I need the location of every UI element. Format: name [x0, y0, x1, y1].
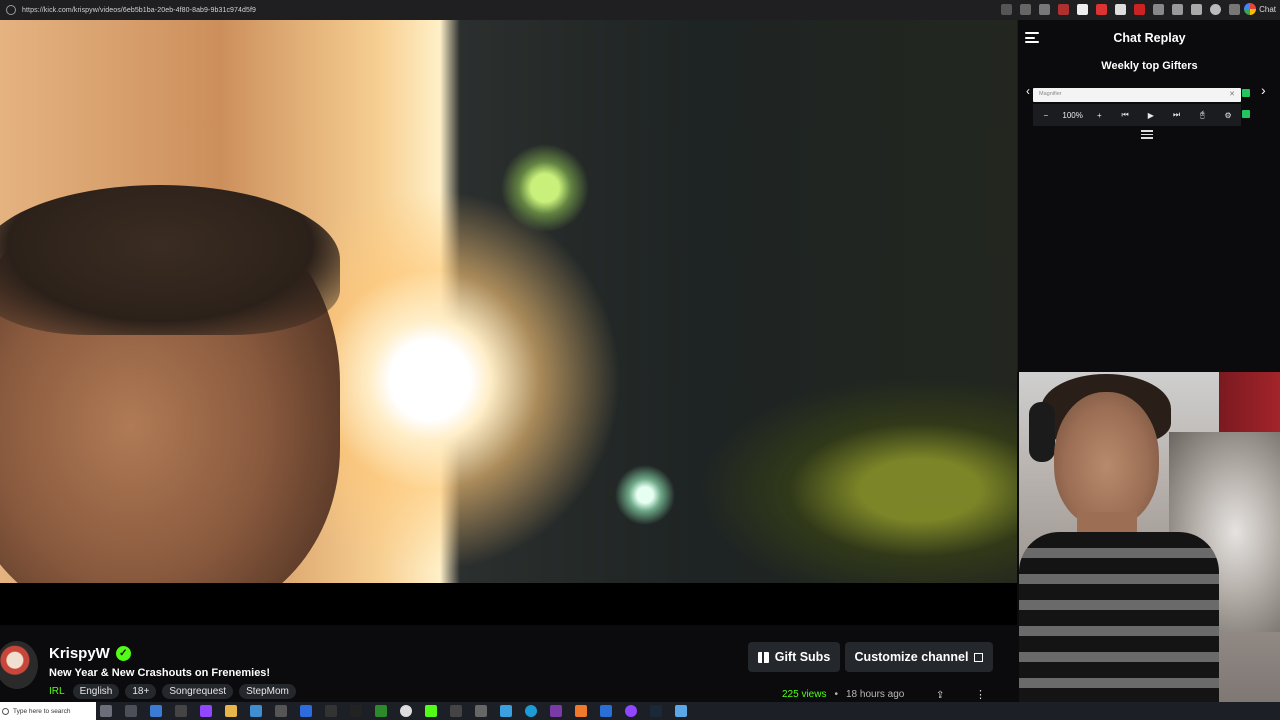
browser-toolbar: https://kick.com/krispyw/videos/6eb5b1ba… [0, 0, 1280, 20]
category-link[interactable]: IRL [49, 686, 65, 697]
site-info-icon[interactable] [6, 5, 16, 15]
drag-handle-icon[interactable] [1141, 130, 1153, 139]
favorites-icon[interactable] [1191, 4, 1202, 15]
app-icon[interactable] [550, 705, 562, 717]
extension-icon[interactable] [1096, 4, 1107, 15]
zoom-out-button[interactable]: − [1033, 111, 1059, 120]
app-icon[interactable] [450, 705, 462, 717]
app-icon[interactable] [125, 705, 137, 717]
time-ago: 18 hours ago [845, 689, 905, 700]
customize-channel-button[interactable]: Customize channel [845, 642, 993, 672]
video-frame-hair [0, 185, 340, 335]
steam-icon[interactable] [650, 705, 662, 717]
headset [1029, 402, 1055, 462]
app-icon[interactable] [250, 705, 262, 717]
extensions-bar [1001, 4, 1240, 15]
app-icon[interactable] [400, 705, 412, 717]
gifters-prev-icon[interactable]: ‹ [1026, 84, 1030, 98]
chat-title: Chat Replay [1113, 31, 1186, 45]
edge-icon[interactable] [525, 705, 537, 717]
app-icon[interactable] [350, 705, 362, 717]
app-icon[interactable] [600, 705, 612, 717]
app-icon[interactable] [625, 705, 637, 717]
external-link-icon [974, 652, 984, 662]
extension-icon[interactable] [1115, 4, 1126, 15]
close-icon[interactable]: ✕ [1229, 90, 1235, 98]
webcam-overlay [1019, 372, 1280, 720]
indicator-icon [1242, 89, 1250, 97]
top-gifters-title: Weekly top Gifters [1101, 60, 1198, 72]
share-icon[interactable]: ⇪ [936, 690, 944, 701]
video-player[interactable] [0, 20, 1017, 583]
search-placeholder: Type here to search [13, 707, 71, 715]
folder-icon[interactable] [225, 705, 237, 717]
tag-stepmom[interactable]: StepMom [239, 684, 296, 699]
app-icon[interactable] [575, 705, 587, 717]
magnifier-title: Magnifier [1039, 91, 1062, 97]
windows-taskbar: Type here to search [0, 702, 1280, 720]
channel-name-row: KrispyW ✓ [49, 645, 131, 662]
chat-extension-button[interactable]: Chat [1244, 3, 1276, 15]
app-icon[interactable] [175, 705, 187, 717]
app-icon[interactable] [325, 705, 337, 717]
extension-icon[interactable] [1134, 4, 1145, 15]
tag-english[interactable]: English [72, 684, 120, 699]
customize-channel-label: Customize channel [854, 650, 969, 664]
taskbar-search[interactable]: Type here to search [0, 702, 96, 720]
gear-icon[interactable]: ⚙ [1215, 111, 1241, 120]
app-icon[interactable] [475, 705, 487, 717]
screen: https://kick.com/krispyw/videos/6eb5b1ba… [0, 0, 1280, 720]
extension-icon[interactable] [1058, 4, 1069, 15]
zoom-icon[interactable] [1001, 4, 1012, 15]
app-icon[interactable] [200, 705, 212, 717]
play-icon[interactable]: ▶ [1138, 111, 1164, 120]
verified-badge-icon: ✓ [115, 646, 131, 661]
app-icon[interactable] [375, 705, 387, 717]
chat-extension-label: Chat [1259, 4, 1276, 14]
extension-icon[interactable] [1153, 4, 1164, 15]
profile-icon[interactable] [1210, 4, 1221, 15]
magnifier-window: Magnifier ✕ [1033, 88, 1241, 102]
app-icon[interactable] [150, 705, 162, 717]
gift-subs-label: Gift Subs [774, 650, 831, 664]
indicator-icon [1242, 110, 1250, 118]
next-icon[interactable]: ⏭ [1164, 110, 1190, 120]
extension-icon[interactable] [1077, 4, 1088, 15]
extension-icon[interactable] [1172, 4, 1183, 15]
favorite-icon[interactable] [1039, 4, 1050, 15]
chat-panel: Chat Replay Weekly top Gifters ‹ › Magni… [1017, 20, 1280, 372]
video-meta: 225 views • 18 hours ago [782, 689, 904, 700]
chrome-icon [1244, 3, 1257, 15]
follow-mouse-icon[interactable]: 🖰 [1189, 110, 1215, 120]
channel-name[interactable]: KrispyW [49, 645, 110, 662]
read-aloud-icon[interactable] [1020, 4, 1031, 15]
magnifier-toolbar: − 100% + ⏮ ▶ ⏭ 🖰 ⚙ [1033, 104, 1241, 126]
task-view-icon[interactable] [100, 705, 112, 717]
meta-separator: • [834, 689, 838, 700]
stream-title: New Year & New Crashouts on Frenemies! [49, 667, 271, 679]
video-letterbox [0, 583, 1017, 625]
zoom-in-button[interactable]: + [1086, 111, 1112, 120]
more-options-icon[interactable]: ⋮ [975, 688, 986, 701]
tag-list: IRL English 18+ Songrequest StepMom [49, 684, 296, 699]
taskbar-apps [100, 705, 687, 717]
address-bar[interactable]: https://kick.com/krispyw/videos/6eb5b1ba… [22, 7, 256, 14]
previous-icon[interactable]: ⏮ [1112, 110, 1138, 120]
tag-18plus[interactable]: 18+ [125, 684, 157, 699]
gift-icon [757, 651, 769, 663]
app-icon[interactable] [300, 705, 312, 717]
menu-icon[interactable] [1229, 4, 1240, 15]
gifters-next-icon[interactable]: › [1261, 82, 1266, 98]
gift-subs-button[interactable]: Gift Subs [748, 642, 840, 672]
view-count: 225 views [782, 689, 827, 700]
app-icon[interactable] [500, 705, 512, 717]
app-icon[interactable] [275, 705, 287, 717]
app-icon[interactable] [675, 705, 687, 717]
search-icon [2, 707, 9, 715]
tag-songrequest[interactable]: Songrequest [162, 684, 234, 699]
kick-icon[interactable] [425, 705, 437, 717]
zoom-level: 100% [1062, 110, 1083, 120]
